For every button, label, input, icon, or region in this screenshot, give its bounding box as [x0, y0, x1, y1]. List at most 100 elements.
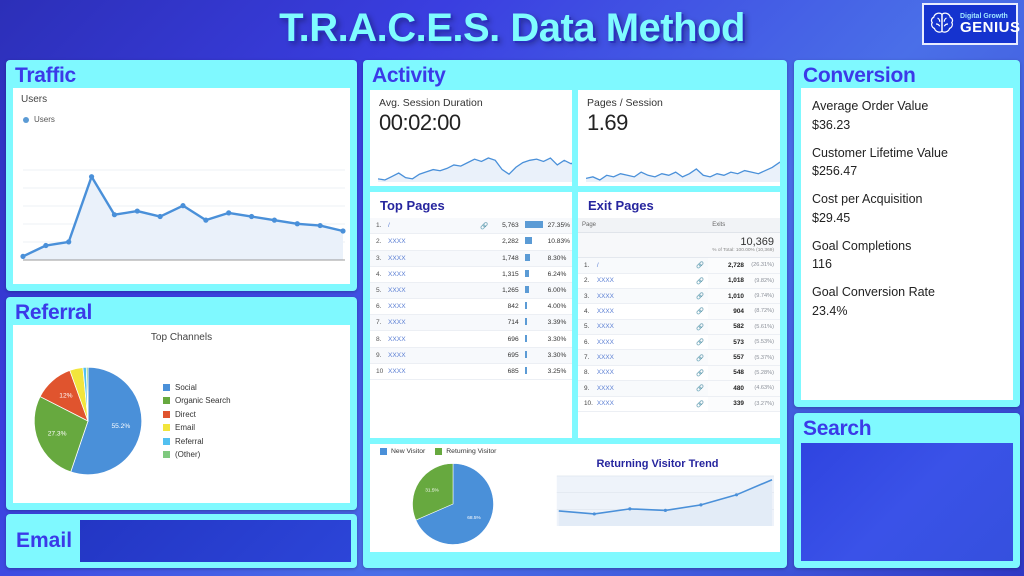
svg-text:12%: 12%: [59, 393, 72, 400]
metric-value: $36.23: [812, 117, 851, 132]
row-page[interactable]: XXXX: [594, 303, 695, 320]
table-row[interactable]: 3. XXXX 1,748 8.30%: [370, 250, 572, 267]
external-link-icon[interactable]: 🔗: [694, 257, 709, 274]
row-page[interactable]: XXXX: [386, 363, 479, 381]
table-row[interactable]: 2. XXXX 2,282 10.83%: [370, 233, 572, 251]
conversion-metric: Customer Lifetime Value $256.47: [812, 144, 1002, 182]
external-link-icon[interactable]: 🔗: [694, 303, 709, 320]
table-row[interactable]: 4. XXXX 1,315 6.24%: [370, 266, 572, 283]
referral-legend-label: (Other): [175, 450, 201, 460]
external-link-icon[interactable]: [478, 330, 491, 348]
kpi-avg-session-duration: Avg. Session Duration 00:02:00: [370, 90, 572, 187]
row-percent: 10.83%: [544, 233, 572, 251]
table-row[interactable]: 2. XXXX 🔗 1,018 (9.82%): [578, 273, 780, 289]
external-link-icon[interactable]: 🔗: [694, 349, 709, 366]
external-link-icon[interactable]: [478, 282, 491, 300]
table-row[interactable]: 10. XXXX 🔗 339 (3.27%): [578, 396, 780, 412]
row-page[interactable]: XXXX: [386, 347, 479, 364]
table-row[interactable]: 10 XXXX 685 3.25%: [370, 363, 572, 381]
email-content-placeholder[interactable]: [80, 520, 351, 562]
table-row[interactable]: 1. / 🔗 2,728 (26.31%): [578, 257, 780, 274]
row-page[interactable]: /: [386, 218, 479, 235]
row-rank: 9.: [370, 347, 386, 364]
referral-legend-label: Social: [175, 382, 197, 392]
traffic-title: Traffic: [15, 64, 76, 87]
external-link-icon[interactable]: [478, 233, 491, 251]
panel-conversion: Conversion Average Order Value $36.23 Cust…: [794, 60, 1020, 407]
row-page[interactable]: XXXX: [386, 282, 479, 300]
external-link-icon[interactable]: 🔗: [694, 380, 709, 397]
brain-icon: [930, 12, 954, 33]
external-link-icon[interactable]: 🔗: [694, 319, 709, 336]
row-rank: 2.: [370, 233, 386, 251]
visitor-legend: New Visitor Returning Visitor: [380, 448, 497, 456]
panel-email: Email: [6, 514, 357, 568]
metric-value: $256.47: [812, 164, 858, 179]
row-page[interactable]: XXXX: [594, 396, 695, 412]
external-link-icon[interactable]: [478, 298, 491, 316]
row-page[interactable]: XXXX: [594, 273, 695, 289]
row-page[interactable]: XXXX: [594, 334, 695, 351]
row-exits: 557: [708, 349, 746, 366]
row-page[interactable]: XXXX: [386, 330, 479, 348]
top-pages-card: Top Pages 1. / 🔗 5,763 27.35% 2. XXXX 2,282 10.8…: [370, 192, 572, 439]
external-link-icon[interactable]: [478, 266, 491, 283]
visitor-legend-label: Returning Visitor: [446, 448, 497, 456]
kpi-label: Avg. Session Duration: [379, 97, 483, 110]
table-row[interactable]: 8. XXXX 🔗 548 (5.28%): [578, 365, 780, 382]
row-percent: 27.35%: [544, 218, 572, 235]
table-row[interactable]: 7. XXXX 714 3.39%: [370, 314, 572, 332]
dashboard-board: Traffic Users Users Referral Top Channel…: [0, 56, 1024, 576]
external-link-icon[interactable]: 🔗: [694, 396, 709, 412]
row-page[interactable]: XXXX: [386, 266, 479, 283]
row-rank: 1.: [578, 257, 595, 274]
external-link-icon[interactable]: [478, 250, 491, 267]
row-views: 842: [490, 298, 521, 316]
external-link-icon[interactable]: 🔗: [478, 218, 491, 235]
activity-kpi-row: Avg. Session Duration 00:02:00 Pages / S…: [370, 90, 780, 187]
row-page[interactable]: XXXX: [594, 288, 695, 305]
table-row[interactable]: 6. XXXX 842 4.00%: [370, 298, 572, 316]
traffic-chart-label: Users: [21, 94, 48, 106]
external-link-icon[interactable]: [478, 363, 491, 381]
row-bar: [520, 266, 545, 283]
table-row[interactable]: 5. XXXX 1,265 6.00%: [370, 282, 572, 300]
table-row[interactable]: 6. XXXX 🔗 573 (5.53%): [578, 334, 780, 351]
row-bar: [520, 298, 545, 316]
row-page[interactable]: XXXX: [386, 250, 479, 267]
row-page[interactable]: XXXX: [386, 233, 479, 251]
external-link-icon[interactable]: 🔗: [694, 365, 709, 382]
row-page[interactable]: XXXX: [594, 349, 695, 366]
external-link-icon[interactable]: 🔗: [694, 334, 709, 351]
table-row[interactable]: 8. XXXX 696 3.30%: [370, 330, 572, 348]
external-link-icon[interactable]: [478, 347, 491, 364]
row-page[interactable]: XXXX: [594, 365, 695, 382]
row-rank: 3.: [578, 288, 595, 305]
row-rank: 1.: [370, 218, 386, 235]
visitor-legend-item: Returning Visitor: [435, 448, 497, 456]
referral-chart-card: Top Channels 55.2% 27.3% 12% Social Organic…: [13, 325, 350, 503]
external-link-icon[interactable]: 🔗: [694, 273, 709, 289]
table-row[interactable]: 5. XXXX 🔗 582 (5.61%): [578, 319, 780, 336]
row-page[interactable]: XXXX: [386, 298, 479, 316]
row-page[interactable]: XXXX: [594, 319, 695, 336]
external-link-icon[interactable]: 🔗: [694, 288, 709, 305]
row-page[interactable]: /: [594, 257, 695, 274]
table-row[interactable]: 9. XXXX 🔗 480 (4.63%): [578, 380, 780, 397]
row-exit-percent: (9.74%): [745, 288, 780, 305]
table-row[interactable]: 1. / 🔗 5,763 27.35%: [370, 218, 572, 235]
table-row[interactable]: 9. XXXX 695 3.30%: [370, 347, 572, 364]
table-row[interactable]: 4. XXXX 🔗 904 (8.72%): [578, 303, 780, 320]
legend-swatch-icon: [435, 448, 443, 456]
row-bar: [520, 250, 545, 267]
table-row[interactable]: 7. XXXX 🔗 557 (5.37%): [578, 349, 780, 366]
row-exits: 573: [708, 334, 746, 351]
row-page[interactable]: XXXX: [594, 380, 695, 397]
exit-pages-total-row: 10,369% of Total: 100.00% (10,369): [578, 232, 780, 259]
search-content-placeholder[interactable]: [801, 443, 1013, 561]
table-row[interactable]: 3. XXXX 🔗 1,010 (9.74%): [578, 288, 780, 305]
row-bar: [520, 347, 545, 364]
visitor-breakdown-card: New Visitor Returning Visitor 68.5% 31.5% …: [370, 444, 780, 553]
row-page[interactable]: XXXX: [386, 314, 479, 332]
external-link-icon[interactable]: [478, 314, 491, 332]
